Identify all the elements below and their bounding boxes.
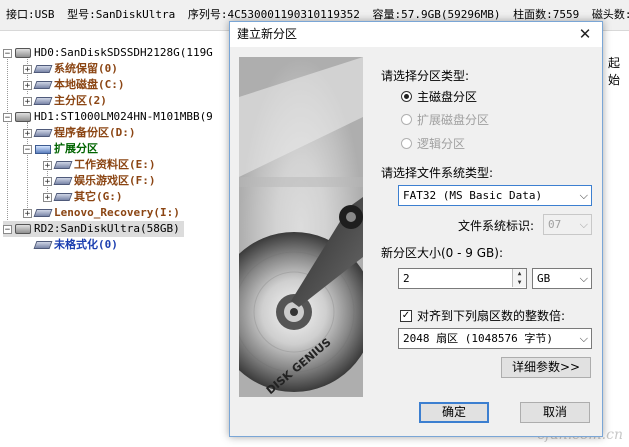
chevron-down-icon: ⌵ (579, 218, 588, 231)
cylinders-info: 柱面数:7559 (513, 8, 580, 21)
partition-icon (33, 81, 53, 89)
disk-tree: − HD0:SanDiskSDSSDH2128G(119G + 系统保留(0) … (0, 42, 230, 447)
tree-logical-partition[interactable]: + 其它(G:) (43, 189, 123, 205)
checkmark-icon: ✓ (400, 309, 412, 322)
size-unit-select[interactable]: GB ⌵ (532, 268, 592, 289)
expand-icon[interactable]: + (43, 176, 52, 186)
tree-logical-partition[interactable]: + 工作资料区(E:) (43, 157, 156, 173)
filesystem-id-select[interactable]: 07 ⌵ (543, 214, 592, 235)
tree-connector (7, 54, 8, 226)
partition-icon (53, 161, 73, 169)
cancel-button[interactable]: 取消 (520, 402, 590, 423)
collapse-icon[interactable]: − (3, 48, 12, 58)
expand-icon[interactable]: + (23, 208, 32, 218)
collapse-icon[interactable]: − (3, 112, 12, 122)
ok-button[interactable]: 确定 (419, 402, 489, 423)
dialog-title: 建立新分区 (237, 27, 298, 41)
primary-partition-radio[interactable]: 主磁盘分区 (401, 88, 477, 105)
expand-icon[interactable]: + (23, 64, 32, 74)
partition-icon (33, 65, 53, 73)
expand-icon[interactable]: + (23, 80, 32, 90)
expand-icon[interactable]: + (43, 192, 52, 202)
close-icon[interactable]: ✕ (568, 22, 602, 47)
tree-partition[interactable]: + 主分区(2) (23, 93, 107, 109)
align-sectors-checkbox[interactable]: ✓ 对齐到下列扇区数的整数倍: (400, 307, 565, 324)
extended-partition-radio[interactable]: 扩展磁盘分区 (401, 111, 489, 128)
tree-partition[interactable]: + 程序备份区(D:) (23, 125, 136, 141)
hard-disk-icon (15, 112, 31, 122)
tree-partition[interactable]: + 本地磁盘(C:) (23, 77, 125, 93)
radio-selected-icon (401, 91, 412, 102)
partition-icon (33, 241, 53, 249)
tree-partition[interactable]: + 系统保留(0) (23, 61, 118, 77)
filesystem-type-label: 请选择文件系统类型: (381, 166, 494, 180)
removable-disk-icon (15, 224, 31, 234)
partition-icon (53, 193, 73, 201)
partition-icon (33, 97, 53, 105)
logical-partition-radio[interactable]: 逻辑分区 (401, 135, 465, 152)
filesystem-id-label: 文件系统标识: (458, 219, 535, 233)
expand-icon[interactable]: + (23, 128, 32, 138)
collapse-icon[interactable]: − (3, 224, 12, 234)
dialog-titlebar[interactable]: 建立新分区 ✕ (230, 22, 602, 47)
tree-disk-rd2[interactable]: − RD2:SanDiskUltra(58GB) (3, 221, 184, 237)
partition-type-label: 请选择分区类型: (381, 69, 470, 83)
radio-icon (401, 114, 412, 125)
chevron-down-icon: ⌵ (579, 189, 588, 202)
align-sectors-select[interactable]: 2048 扇区 (1048576 字节) ⌵ (398, 328, 592, 349)
partition-icon (53, 177, 73, 185)
details-button[interactable]: 详细参数>> (501, 357, 591, 378)
tree-disk-hd1[interactable]: − HD1:ST1000LM024HN-M101MBB(9 (3, 109, 213, 125)
spin-down-icon[interactable]: ▼ (512, 278, 526, 287)
spin-up-icon[interactable]: ▲ (512, 269, 526, 278)
heads-info: 磁头数:25 (591, 8, 629, 21)
chevron-down-icon: ⌵ (579, 272, 588, 285)
collapse-icon[interactable]: − (23, 144, 32, 154)
tree-disk-hd0[interactable]: − HD0:SanDiskSDSSDH2128G(119G (3, 45, 213, 61)
filesystem-type-select[interactable]: FAT32 (MS Basic Data) ⌵ (398, 185, 592, 206)
partition-detail-pane: 起始 (600, 42, 629, 447)
tree-unformatted[interactable]: 未格式化(0) (33, 237, 118, 253)
model-info: 型号:SanDiskUltra (67, 8, 176, 21)
chevron-down-icon: ⌵ (579, 332, 588, 345)
tree-logical-partition[interactable]: + 娱乐游戏区(F:) (43, 173, 156, 189)
partition-size-label: 新分区大小(0 - 9 GB): (381, 246, 503, 260)
tree-partition[interactable]: + Lenovo_Recovery(I:) (23, 205, 180, 221)
partition-icon (33, 129, 53, 137)
hard-disk-illustration: DISK GENIUS (239, 57, 363, 397)
partition-size-input[interactable]: 2 ▲ ▼ (398, 268, 527, 289)
start-column-header: 起始 (608, 56, 621, 87)
hard-disk-image: DISK GENIUS (239, 57, 363, 397)
expand-icon[interactable]: + (23, 96, 32, 106)
radio-icon (401, 138, 412, 149)
tree-extended-partition[interactable]: − 扩展分区 (23, 141, 98, 157)
new-partition-dialog: 建立新分区 ✕ DISK GENIUS 请选择分区类型: 主磁盘分区 扩展磁盘分… (229, 21, 603, 437)
interface-info: 接口:USB (6, 8, 55, 21)
capacity-info: 容量:57.9GB(59296MB) (372, 8, 501, 21)
serial-info: 序列号:4C530001190310119352 (187, 8, 360, 21)
expand-icon[interactable]: + (43, 160, 52, 170)
partition-icon (33, 209, 53, 217)
hard-disk-icon (15, 48, 31, 58)
extended-partition-icon (35, 144, 51, 154)
